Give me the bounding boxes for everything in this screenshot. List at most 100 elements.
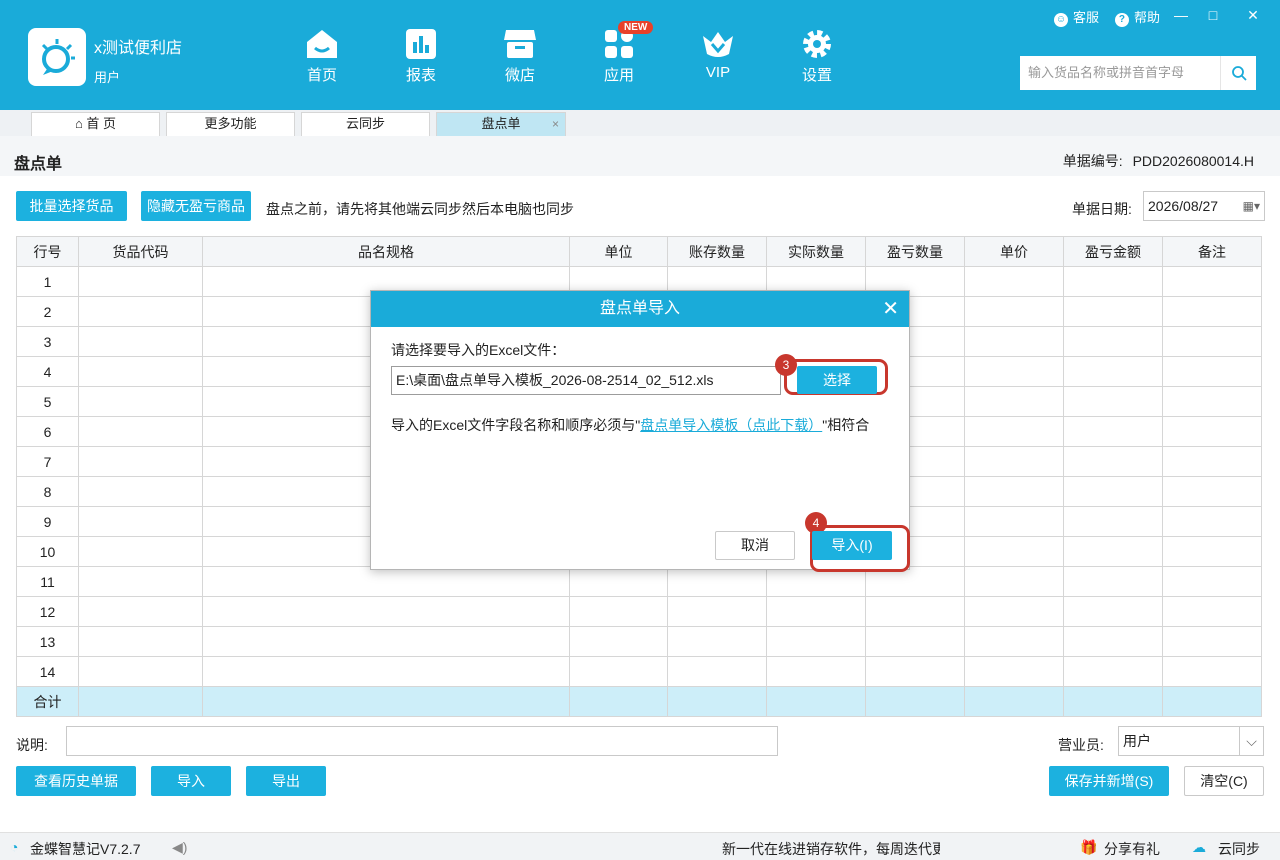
minimize-button[interactable]: — [1166,4,1196,26]
tab-home[interactable]: ⌂ 首 页 [31,112,160,136]
table-cell[interactable] [964,506,1064,537]
nav-vip[interactable]: VIP [686,28,750,81]
table-cell[interactable] [1162,296,1262,327]
table-cell[interactable] [1162,446,1262,477]
file-path-input[interactable]: E:\桌面\盘点单导入模板_2026-08-2514_02_512.xls [391,366,781,395]
table-cell[interactable] [964,626,1064,657]
table-cell[interactable] [1162,266,1262,297]
table-cell[interactable] [1063,536,1163,567]
tab-more-functions[interactable]: 更多功能 [166,112,295,136]
table-cell[interactable] [667,656,767,687]
table-cell[interactable] [78,566,203,597]
table-cell[interactable] [964,656,1064,687]
maximize-button[interactable]: □ [1198,4,1228,26]
table-cell[interactable] [78,626,203,657]
table-cell[interactable] [964,536,1064,567]
table-cell[interactable] [202,656,570,687]
table-cell[interactable] [1162,596,1262,627]
import-button[interactable]: 导入 [151,766,231,796]
table-cell[interactable] [766,596,866,627]
template-download-link[interactable]: 盘点单导入模板（点此下载） [640,417,822,433]
batch-select-button[interactable]: 批量选择货品 [16,191,127,221]
table-cell[interactable] [1162,326,1262,357]
nav-shop[interactable]: 微店 [488,28,552,85]
search-button[interactable] [1220,56,1256,90]
table-cell[interactable] [202,626,570,657]
table-cell[interactable] [569,626,668,657]
table-cell[interactable] [667,626,767,657]
table-cell[interactable] [569,566,668,597]
table-cell[interactable] [1063,296,1163,327]
table-row[interactable]: 14 [16,656,1262,687]
table-cell[interactable] [78,296,203,327]
table-cell[interactable] [667,596,767,627]
table-cell[interactable] [964,416,1064,447]
export-button[interactable]: 导出 [246,766,326,796]
cancel-button[interactable]: 取消 [715,531,795,560]
nav-report[interactable]: 报表 [389,28,453,85]
table-cell[interactable] [1063,416,1163,447]
table-cell[interactable] [78,536,203,567]
table-row[interactable]: 12 [16,596,1262,627]
table-cell[interactable] [1063,476,1163,507]
speaker-icon[interactable]: ◀) [172,839,187,856]
table-cell[interactable] [78,416,203,447]
service-link[interactable]: ☺ 客服 [1053,7,1099,27]
table-cell[interactable] [78,446,203,477]
tab-stocktake[interactable]: 盘点单 × [436,112,566,136]
chevron-down-icon[interactable]: ⌵ [1239,727,1263,755]
table-cell[interactable] [1162,416,1262,447]
table-cell[interactable] [964,476,1064,507]
dialog-close-icon[interactable]: ✕ [882,291,899,327]
table-cell[interactable] [1162,566,1262,597]
table-cell[interactable] [202,596,570,627]
table-cell[interactable] [964,386,1064,417]
table-cell[interactable] [1063,656,1163,687]
salesperson-select[interactable]: 用户 ⌵ [1118,726,1264,756]
table-cell[interactable] [964,356,1064,387]
table-cell[interactable] [964,446,1064,477]
calendar-icon[interactable]: ▦▾ [1243,192,1260,220]
table-cell[interactable] [202,566,570,597]
table-cell[interactable] [1162,656,1262,687]
table-cell[interactable] [1162,356,1262,387]
table-cell[interactable] [964,266,1064,297]
table-cell[interactable] [78,476,203,507]
table-cell[interactable] [1063,266,1163,297]
table-cell[interactable] [964,326,1064,357]
table-cell[interactable] [78,356,203,387]
table-cell[interactable] [964,296,1064,327]
table-cell[interactable] [569,596,668,627]
tab-cloud-sync[interactable]: 云同步 [301,112,430,136]
table-cell[interactable] [1063,386,1163,417]
table-cell[interactable] [964,596,1064,627]
clear-button[interactable]: 清空(C) [1184,766,1264,796]
table-cell[interactable] [1162,476,1262,507]
tab-close-icon[interactable]: × [552,113,559,135]
search-input[interactable]: 输入货品名称或拼音首字母 [1020,56,1220,90]
help-link[interactable]: ? 帮助 [1114,7,1160,27]
date-picker[interactable]: 2026/08/27 ▦▾ [1143,191,1265,221]
table-row[interactable]: 13 [16,626,1262,657]
save-and-new-button[interactable]: 保存并新增(S) [1049,766,1169,796]
table-cell[interactable] [766,626,866,657]
nav-apps[interactable]: 应用 [587,28,651,85]
table-cell[interactable] [1162,506,1262,537]
remark-input[interactable] [66,726,778,756]
table-cell[interactable] [78,656,203,687]
table-cell[interactable] [1063,446,1163,477]
history-button[interactable]: 查看历史单据 [16,766,136,796]
table-row[interactable]: 11 [16,566,1262,597]
cloud-sync-link[interactable]: 云同步 [1218,839,1260,859]
table-cell[interactable] [1063,326,1163,357]
choose-file-button[interactable]: 选择 [797,366,877,394]
table-cell[interactable] [865,596,965,627]
hide-no-diff-button[interactable]: 隐藏无盈亏商品 [141,191,251,221]
nav-home[interactable]: 首页 [290,28,354,85]
table-cell[interactable] [667,566,767,597]
table-cell[interactable] [78,266,203,297]
table-cell[interactable] [1063,506,1163,537]
table-cell[interactable] [766,656,866,687]
table-cell[interactable] [865,626,965,657]
table-cell[interactable] [1063,566,1163,597]
